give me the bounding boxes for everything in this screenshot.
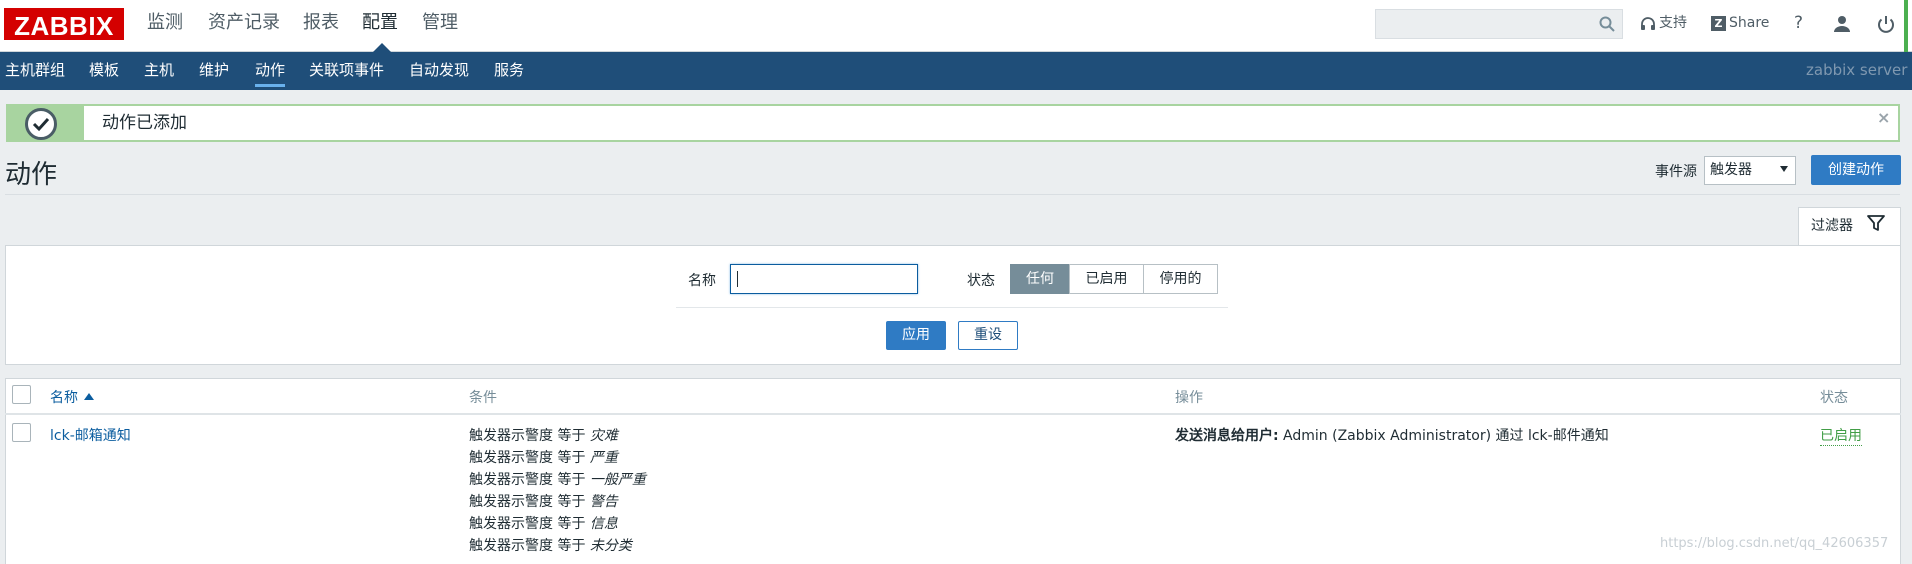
server-name: zabbix server (1806, 61, 1908, 79)
scrollbar-accent (1904, 0, 1908, 60)
zabbix-logo[interactable]: ZABBIX (4, 8, 124, 41)
watermark-text: https://blog.csdn.net/qq_42606357 (1660, 536, 1889, 551)
filter-funnel-icon (1867, 215, 1885, 231)
filter-tab-label: 过滤器 (1811, 218, 1853, 234)
page-title: 动作 (5, 160, 58, 190)
sort-ascending-icon (84, 393, 94, 400)
success-message (6, 104, 1900, 142)
menu-administration[interactable]: 管理 (422, 0, 458, 52)
condition-item: 触发器示警度 等于 一般严重 (469, 472, 646, 488)
apply-button[interactable]: 应用 (886, 321, 946, 350)
condition-item: 触发器示警度 等于 灾难 (469, 428, 618, 444)
check-circle-icon (25, 108, 57, 140)
row-checkbox[interactable] (12, 423, 31, 442)
text-cursor (737, 271, 738, 287)
submenu-host-groups[interactable]: 主机群组 (5, 52, 65, 90)
share-link[interactable]: Share (1729, 0, 1769, 46)
status-toggle-link[interactable]: 已启用 (1820, 425, 1862, 446)
action-name-link[interactable]: lck-邮箱通知 (50, 425, 131, 445)
filter-panel (5, 245, 1901, 365)
submenu-event-correlation[interactable]: 关联项事件 (309, 52, 384, 90)
event-source-label: 事件源 (1655, 164, 1697, 180)
search-icon[interactable] (1598, 15, 1616, 33)
actions-table (5, 378, 1901, 564)
menu-reports[interactable]: 报表 (303, 0, 339, 52)
active-menu-caret-icon (373, 43, 391, 52)
status-enabled-option[interactable]: 已启用 (1069, 264, 1144, 294)
menu-monitoring[interactable]: 监测 (147, 0, 183, 52)
submenu-discovery[interactable]: 自动发现 (409, 52, 469, 90)
sub-menu-bar (0, 52, 1912, 90)
support-link[interactable]: 支持 (1659, 0, 1687, 46)
condition-item: 触发器示警度 等于 未分类 (469, 538, 632, 554)
header-divider (5, 194, 1900, 195)
chevron-down-icon (1780, 166, 1788, 172)
status-any-option[interactable]: 任何 (1010, 264, 1070, 294)
filter-divider (676, 307, 1228, 308)
column-header-conditions: 条件 (469, 390, 497, 406)
status-disabled-option[interactable]: 停用的 (1143, 264, 1218, 294)
condition-item: 触发器示警度 等于 信息 (469, 516, 618, 532)
create-action-button[interactable]: 创建动作 (1811, 155, 1901, 185)
user-profile-icon[interactable] (1831, 13, 1853, 35)
column-header-name[interactable]: 名称 (50, 387, 78, 407)
top-bar (0, 0, 1912, 52)
reset-button[interactable]: 重设 (958, 321, 1018, 350)
headset-icon (1641, 17, 1655, 30)
submenu-hosts[interactable]: 主机 (144, 52, 174, 90)
column-header-status: 状态 (1820, 390, 1848, 406)
filter-name-input[interactable] (730, 264, 918, 294)
global-search-input[interactable] (1375, 9, 1623, 39)
zabbix-share-icon: Z (1711, 16, 1726, 31)
submenu-services[interactable]: 服务 (494, 52, 524, 90)
condition-item: 触发器示警度 等于 严重 (469, 450, 618, 466)
table-header-divider (5, 413, 1901, 415)
message-text: 动作已添加 (102, 113, 187, 133)
operation-text: 发送消息给用户: Admin (Zabbix Administrator) 通过… (1175, 428, 1609, 444)
filter-status-label: 状态 (967, 273, 995, 289)
sign-out-power-icon[interactable] (1875, 13, 1897, 35)
select-all-checkbox[interactable] (12, 385, 31, 404)
condition-item: 触发器示警度 等于 警告 (469, 494, 618, 510)
filter-name-label: 名称 (688, 273, 716, 289)
help-button[interactable]: ? (1794, 0, 1803, 46)
close-message-button[interactable]: × (1877, 104, 1890, 134)
column-header-operations: 操作 (1175, 390, 1203, 406)
submenu-maintenance[interactable]: 维护 (199, 52, 229, 90)
active-submenu-underline (255, 84, 285, 87)
menu-inventory[interactable]: 资产记录 (208, 0, 280, 52)
submenu-templates[interactable]: 模板 (89, 52, 119, 90)
